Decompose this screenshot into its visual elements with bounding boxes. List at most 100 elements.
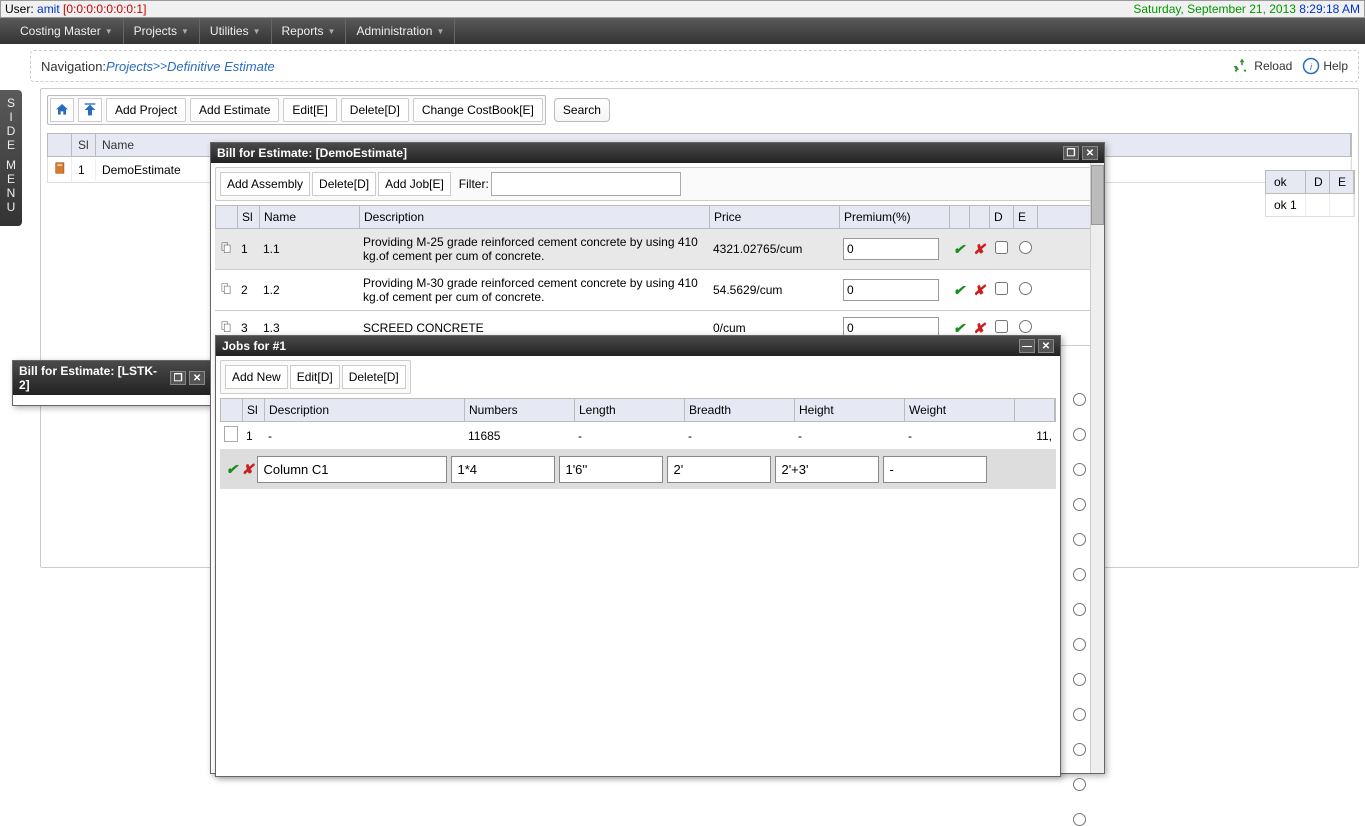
edit-breadth-input[interactable] xyxy=(667,456,771,483)
help-button[interactable]: i Help xyxy=(1302,57,1348,75)
add-job-button[interactable]: Add Job[E] xyxy=(378,172,451,196)
bill-titlebar[interactable]: Bill for Estimate: [DemoEstimate] ❐ ✕ xyxy=(211,143,1104,163)
reject-icon[interactable]: ✘ xyxy=(973,320,985,336)
e-radio[interactable] xyxy=(1073,428,1086,441)
edit-numbers-input[interactable] xyxy=(451,456,555,483)
h-desc: Description xyxy=(360,206,710,228)
add-new-button[interactable]: Add New xyxy=(225,365,288,389)
jobs-delete-button[interactable]: Delete[D] xyxy=(342,365,406,389)
accept-icon[interactable]: ✔ xyxy=(953,241,965,257)
dropdown-arrow-icon: ▼ xyxy=(253,27,261,36)
h-length: Length xyxy=(575,399,685,421)
filter-input[interactable] xyxy=(491,172,681,196)
restore-icon[interactable]: ❐ xyxy=(170,371,186,385)
reload-button[interactable]: Reload xyxy=(1233,57,1292,75)
side-menu-label-2: MENU xyxy=(0,158,22,214)
info-icon: i xyxy=(1302,57,1320,75)
e-radio[interactable] xyxy=(1073,393,1086,406)
col-sl: Sl xyxy=(72,134,96,156)
add-estimate-button[interactable]: Add Estimate xyxy=(190,98,279,122)
scrollbar-thumb[interactable] xyxy=(1091,165,1104,225)
search-button[interactable]: Search xyxy=(554,98,610,122)
d-checkbox[interactable] xyxy=(995,241,1008,254)
reload-label: Reload xyxy=(1254,59,1292,73)
cancel-icon[interactable]: ✘ xyxy=(242,461,254,478)
e-radio[interactable] xyxy=(1073,568,1086,581)
menu-projects[interactable]: Projects▼ xyxy=(124,18,200,44)
reject-icon[interactable]: ✘ xyxy=(973,282,985,298)
menu-utilities[interactable]: Utilities▼ xyxy=(200,18,272,44)
dropdown-arrow-icon: ▼ xyxy=(436,27,444,36)
lstk-titlebar[interactable]: Bill for Estimate: [LSTK-2] ❐ ✕ xyxy=(13,361,211,395)
change-costbook-button[interactable]: Change CostBook[E] xyxy=(413,98,543,122)
navigation-bar: Navigation: Projects >> Definitive Estim… xyxy=(30,50,1359,82)
premium-input[interactable] xyxy=(843,279,939,301)
add-assembly-button[interactable]: Add Assembly xyxy=(220,172,310,196)
accept-icon[interactable]: ✔ xyxy=(953,282,965,298)
breadcrumb-projects[interactable]: Projects xyxy=(106,59,153,74)
copy-icon[interactable] xyxy=(215,280,237,301)
minimize-icon[interactable]: — xyxy=(1019,339,1035,353)
home-button[interactable] xyxy=(50,98,74,122)
e-radio[interactable] xyxy=(1019,320,1032,333)
e-radio[interactable] xyxy=(1073,673,1086,686)
h-breadth: Breadth xyxy=(685,399,795,421)
bill-grid-header: Sl Name Description Price Premium(%) D E xyxy=(215,205,1100,229)
menu-costing-master[interactable]: Costing Master▼ xyxy=(10,18,124,44)
c-sl: 2 xyxy=(237,281,259,299)
status-date: Saturday, September 21, 2013 xyxy=(1133,2,1296,16)
e-radio[interactable] xyxy=(1073,638,1086,651)
close-icon[interactable]: ✕ xyxy=(1082,146,1098,160)
e-radio[interactable] xyxy=(1073,743,1086,756)
breadcrumb-definitive-estimate[interactable]: Definitive Estimate xyxy=(167,59,275,74)
e-radio[interactable] xyxy=(1073,603,1086,616)
edit-weight-input[interactable] xyxy=(883,456,987,483)
add-project-button[interactable]: Add Project xyxy=(106,98,186,122)
dropdown-arrow-icon: ▼ xyxy=(105,27,113,36)
edit-length-input[interactable] xyxy=(559,456,663,483)
row-sl: 1 xyxy=(72,159,96,181)
accept-icon[interactable]: ✔ xyxy=(953,320,965,336)
e-radio[interactable] xyxy=(1019,241,1032,254)
maximize-icon[interactable]: ❐ xyxy=(1063,146,1079,160)
c-price: 54.5629/cum xyxy=(709,281,839,299)
menu-reports[interactable]: Reports▼ xyxy=(272,18,347,44)
close-icon[interactable]: ✕ xyxy=(1038,339,1054,353)
jobs-row[interactable]: 1 - 11685 - - - - 11, xyxy=(220,422,1056,450)
jobs-titlebar[interactable]: Jobs for #1 — ✕ xyxy=(216,336,1060,356)
dropdown-arrow-icon: ▼ xyxy=(181,27,189,36)
premium-input[interactable] xyxy=(843,238,939,260)
edit-button[interactable]: Edit[E] xyxy=(283,98,336,122)
edit-desc-input[interactable] xyxy=(257,456,447,483)
vertical-scrollbar[interactable] xyxy=(1090,163,1104,773)
reject-icon[interactable]: ✘ xyxy=(973,241,985,257)
recycle-icon xyxy=(1233,57,1251,75)
side-menu-label-1: SIDE xyxy=(0,96,22,152)
e-radio[interactable] xyxy=(1073,778,1086,791)
save-icon[interactable]: ✔ xyxy=(226,461,238,478)
edit-height-input[interactable] xyxy=(775,456,879,483)
e-radio[interactable] xyxy=(1073,463,1086,476)
c-desc: Providing M-25 grade reinforced cement c… xyxy=(359,233,709,265)
nav-label: Navigation: xyxy=(41,59,106,74)
bill-row[interactable]: 2 1.2 Providing M-30 grade reinforced ce… xyxy=(215,270,1100,311)
side-menu-toggle[interactable]: SIDE MENU xyxy=(0,90,22,226)
delete-button[interactable]: Delete[D] xyxy=(341,98,409,122)
bill-row[interactable]: 1 1.1 Providing M-25 grade reinforced ce… xyxy=(215,229,1100,270)
jobs-edit-button[interactable]: Edit[D] xyxy=(290,365,340,389)
main-menubar: Costing Master▼ Projects▼ Utilities▼ Rep… xyxy=(0,18,1365,44)
h-weight: Weight xyxy=(905,399,1015,421)
copy-icon[interactable] xyxy=(215,239,237,260)
d-checkbox[interactable] xyxy=(995,282,1008,295)
bill-delete-button[interactable]: Delete[D] xyxy=(312,172,376,196)
close-icon[interactable]: ✕ xyxy=(189,371,205,385)
e-radio[interactable] xyxy=(1073,533,1086,546)
e-radio[interactable] xyxy=(1019,282,1032,295)
d-checkbox[interactable] xyxy=(995,320,1008,333)
e-radio[interactable] xyxy=(1073,708,1086,721)
e-radio[interactable] xyxy=(1073,813,1086,826)
menu-administration[interactable]: Administration▼ xyxy=(346,18,455,44)
e-radio[interactable] xyxy=(1073,498,1086,511)
up-button[interactable] xyxy=(78,98,102,122)
dropdown-arrow-icon: ▼ xyxy=(328,27,336,36)
